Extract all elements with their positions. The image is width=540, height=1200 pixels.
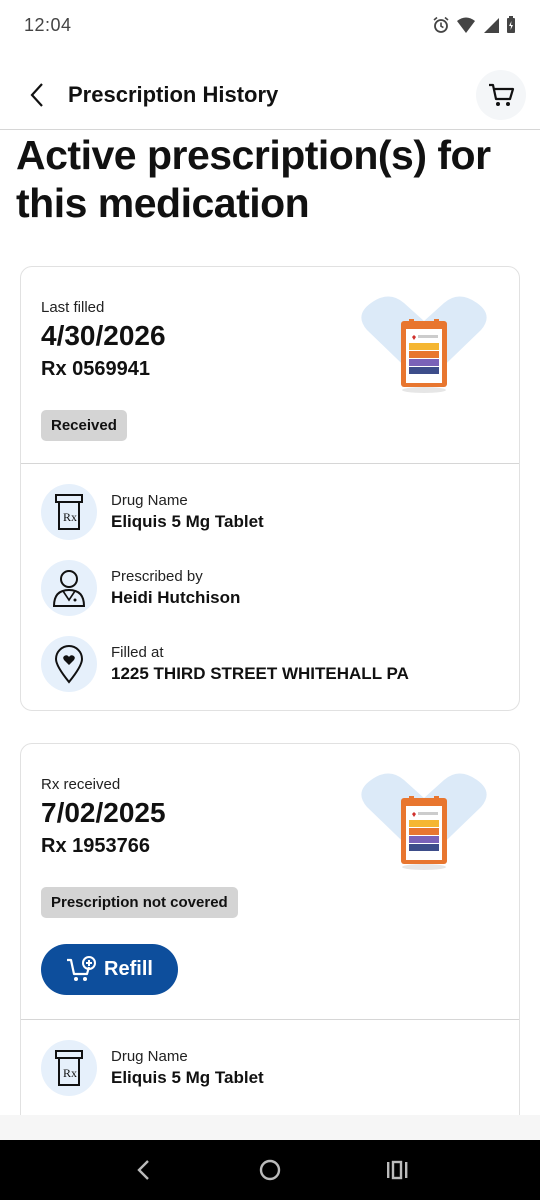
nav-back-icon <box>137 1160 150 1180</box>
svg-text:Rx: Rx <box>63 1066 77 1080</box>
cart-add-icon <box>67 955 97 981</box>
back-button[interactable] <box>22 80 52 110</box>
detail-list: Rx Drug Name Eliquis 5 Mg Tablet Prescri… <box>21 464 519 692</box>
page-title: Active prescription(s) for this medicati… <box>16 132 491 226</box>
prescriber-row: Prescribed by Heidi Hutchison <box>41 560 499 616</box>
prescription-bag-illustration <box>361 773 487 870</box>
location-pin-icon <box>41 636 97 692</box>
pharmacy-label: Filled at <box>111 644 164 661</box>
card-summary: Rx received 7/02/2025 Rx 1953766 Prescri… <box>21 744 519 1019</box>
bottom-strip <box>0 1115 540 1140</box>
status-icons <box>432 16 516 34</box>
battery-icon <box>507 16 515 33</box>
prescription-card: Last filled 4/30/2026 Rx 0569941 Receive… <box>20 266 520 711</box>
drug-name-label: Drug Name <box>111 492 188 509</box>
app-header: Prescription History <box>0 60 540 130</box>
refill-label: Refill <box>104 958 153 980</box>
drug-name-label: Drug Name <box>111 1048 188 1065</box>
drug-name-row: Rx Drug Name Eliquis 5 Mg Tablet <box>41 484 499 540</box>
system-nav-bar <box>0 1140 540 1200</box>
rx-bottle-icon: Rx <box>41 1040 97 1096</box>
pharmacy-row: Filled at 1225 THIRD STREET WHITEHALL PA <box>41 636 499 692</box>
status-badge: Received <box>41 410 127 441</box>
prescription-card: Rx received 7/02/2025 Rx 1953766 Prescri… <box>20 743 520 1115</box>
wifi-icon <box>457 17 475 33</box>
content-scroll[interactable]: Active prescription(s) for this medicati… <box>0 131 540 1115</box>
prescriber-label: Prescribed by <box>111 568 203 585</box>
prescriber-value: Heidi Hutchison <box>111 588 241 607</box>
pharmacy-value: 1225 THIRD STREET WHITEHALL PA <box>111 664 409 683</box>
cart-icon <box>489 83 515 106</box>
refill-button[interactable]: Refill <box>41 944 178 995</box>
signal-icon <box>484 18 499 33</box>
drug-name-value: Eliquis 5 Mg Tablet <box>111 1068 264 1087</box>
alarm-icon <box>433 16 449 33</box>
svg-text:Rx: Rx <box>63 510 77 524</box>
nav-home-icon <box>259 1159 281 1181</box>
nav-home-button[interactable] <box>250 1150 290 1190</box>
status-bar: 12:04 <box>0 0 540 50</box>
drug-name-row: Rx Drug Name Eliquis 5 Mg Tablet <box>41 1040 499 1096</box>
cart-button[interactable] <box>476 69 526 120</box>
status-time: 12:04 <box>24 14 72 35</box>
page-header-title: Prescription History <box>68 81 279 107</box>
card-summary: Last filled 4/30/2026 Rx 0569941 Receive… <box>21 267 519 463</box>
nav-recents-icon <box>386 1160 408 1180</box>
chevron-left-icon <box>30 82 43 107</box>
prescription-bag-illustration <box>361 296 487 393</box>
detail-list: Rx Drug Name Eliquis 5 Mg Tablet <box>21 1020 519 1096</box>
rx-bottle-icon: Rx <box>41 484 97 540</box>
doctor-icon <box>41 560 97 616</box>
nav-recents-button[interactable] <box>377 1150 417 1190</box>
drug-name-value: Eliquis 5 Mg Tablet <box>111 512 264 531</box>
nav-back-button[interactable] <box>123 1150 163 1190</box>
status-badge: Prescription not covered <box>41 887 238 918</box>
